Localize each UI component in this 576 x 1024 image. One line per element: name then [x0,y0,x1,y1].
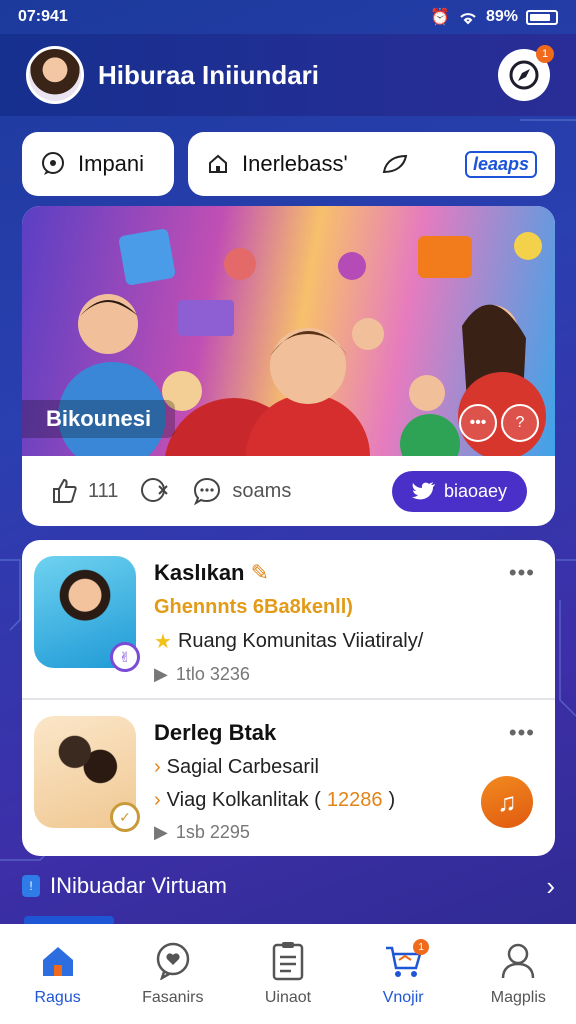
thumbs-up-icon [53,478,77,503]
check-badge-icon: ✓ [110,802,140,832]
battery-icon [526,9,558,25]
section-label: INibuadar Virtuam [50,873,227,898]
more-options-icon[interactable]: ••• [509,560,535,586]
heart-chat-icon [154,941,192,981]
status-bar: 07:941 ⏰ 89% [0,0,576,34]
tab-label: Ragus [34,989,81,1006]
play-icon: ▶ [154,664,168,684]
home-icon [39,941,77,981]
bookmark-icon: ! [22,875,40,897]
bird-icon [411,482,435,500]
follow-button[interactable]: biaoaey [391,470,527,512]
list-item-meta: ▶ 1tlo 3236 [154,664,250,684]
wifi-icon [460,13,476,25]
comment-icon [194,477,221,506]
chip-impani[interactable]: Impani [22,132,174,196]
list-item[interactable]: ✌ Kaslıkan ✎ Ghennnts 6Ba8kenll) ★ Ruang … [22,540,555,698]
pencil-icon: ✎ [250,560,270,585]
list-item[interactable]: ✓ Derleg Btak › Sagial Carbesaril › Viag K… [22,698,555,856]
more-icon[interactable]: ••• [459,404,497,442]
list-item-body: Derleg Btak › Sagial Carbesaril › Viag Kol… [154,716,543,842]
tab-magplis[interactable]: Magplis [470,941,566,1007]
list-item-title: Derleg Btak [154,720,277,745]
like-count: 111 [88,479,119,502]
comment-button[interactable]: soams [192,476,291,506]
notification-button[interactable]: 1 [498,45,554,101]
battery-percent: 89% [485,8,518,25]
tab-ragus[interactable]: Ragus [10,941,106,1007]
list-item-body: Kaslıkan ✎ Ghennnts 6Ba8kenll) ★ Ruang Ko… [154,556,543,684]
tab-fasanirs[interactable]: Fasanirs [125,941,221,1007]
chevron-right-icon: › [546,870,555,901]
bottom-tab-bar: Ragus Fasanirs Uinaot 1 Vnojir Magplis [0,916,576,1024]
section-link[interactable]: ! INibuadar Virtuam › [22,862,555,910]
tab-label: Vnojir [382,989,424,1006]
alarm-icon: ⏰ [430,9,450,26]
brand-logo: leaaps [464,150,537,178]
featured-controls: ••• ? [459,404,539,442]
tab-vnojir[interactable]: 1 Vnojir [355,939,451,1007]
cart-badge: 1 [413,939,430,955]
leaf-icon [382,154,407,174]
community-list: ✌ Kaslıkan ✎ Ghennnts 6Ba8kenll) ★ Ruang … [22,540,555,856]
featured-caption: Bikounesi [22,400,176,438]
chip-inerlebass[interactable]: Inerlebass' leaaps [188,132,555,196]
chip-label: Impani [78,151,145,176]
notification-badge: 1 [536,45,554,63]
like-button[interactable]: 111 [50,477,118,505]
list-item-title: Kaslıkan ✎ [154,560,270,585]
chip-label: Inerlebass' [242,151,348,176]
play-icon: ▶ [154,822,168,842]
star-icon: ★ [154,631,172,653]
tab-uinaot[interactable]: Uinaot [240,941,336,1007]
tab-label: Magplis [490,989,546,1006]
status-time: 07:941 [18,8,68,25]
comment-label: soams [232,479,292,502]
music-note-icon[interactable]: ♫ [481,776,533,828]
home-icon [209,154,227,173]
page-title: Hiburaa Iniiundari [98,59,320,90]
status-icons: ⏰ 89% [430,7,558,27]
featured-actions: 111 soams biaoaey [22,456,555,526]
share-button[interactable] [140,477,170,505]
profile-icon [500,941,536,981]
avatar[interactable] [26,46,84,104]
list-thumbnail: ✌ [34,556,140,672]
chevron-right-icon: › [154,756,161,778]
list-thumbnail: ✓ [34,716,140,832]
chat-icon [42,152,64,175]
help-icon[interactable]: ? [501,404,539,442]
tab-label: Uinaot [264,989,312,1006]
list-item-description: › Sagial Carbesaril [154,756,319,778]
share-icon [141,478,169,502]
quick-chips: Impani Inerlebass' leaaps [22,132,555,196]
featured-card[interactable]: Bikounesi ••• ? 111 soams biaoaey [22,206,555,526]
list-item-meta: ▶ 1sb 2295 [154,822,250,842]
chevron-right-icon: › [154,789,161,811]
tab-label: Fasanirs [142,989,204,1006]
compass-icon [509,60,539,90]
verified-badge-icon: ✌ [110,642,140,672]
follow-label: biaoaey [443,480,507,501]
document-icon [271,941,305,981]
more-options-icon[interactable]: ••• [509,720,535,746]
list-item-description: ★ Ruang Komunitas Viiatiraly/ [154,630,424,653]
featured-image: Bikounesi ••• ? [22,206,555,456]
list-item-subtitle: Ghennnts 6Ba8kenll) [154,596,353,618]
app-header: Hiburaa Iniiundari 1 [0,34,576,116]
